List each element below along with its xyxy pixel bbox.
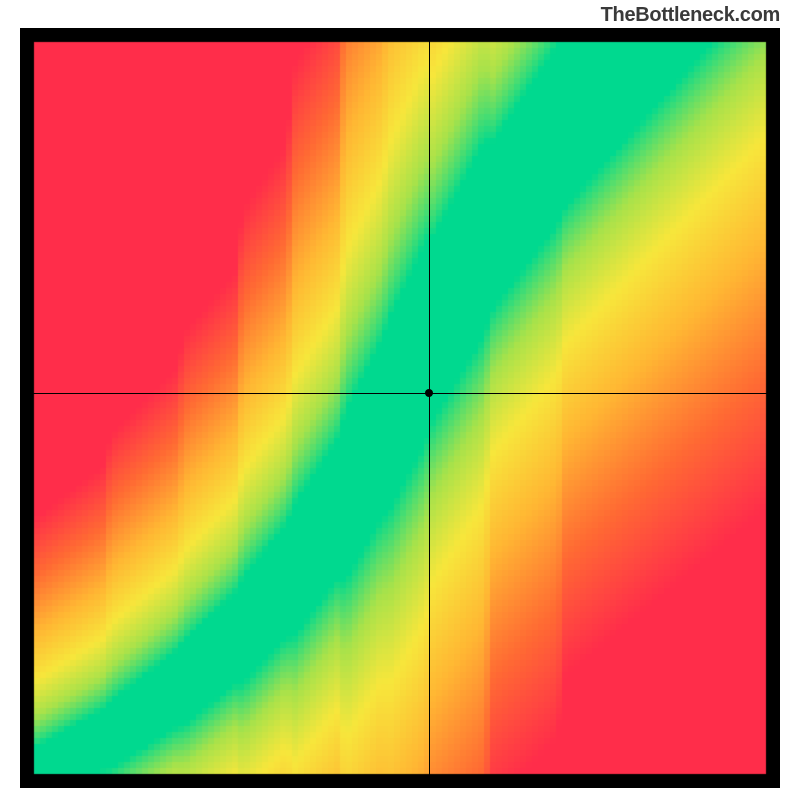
heatmap-frame [20, 28, 780, 788]
crosshair-vertical [429, 28, 430, 788]
watermark-text: TheBottleneck.com [601, 4, 780, 27]
crosshair-horizontal [20, 393, 780, 394]
heatmap-canvas [20, 28, 780, 788]
